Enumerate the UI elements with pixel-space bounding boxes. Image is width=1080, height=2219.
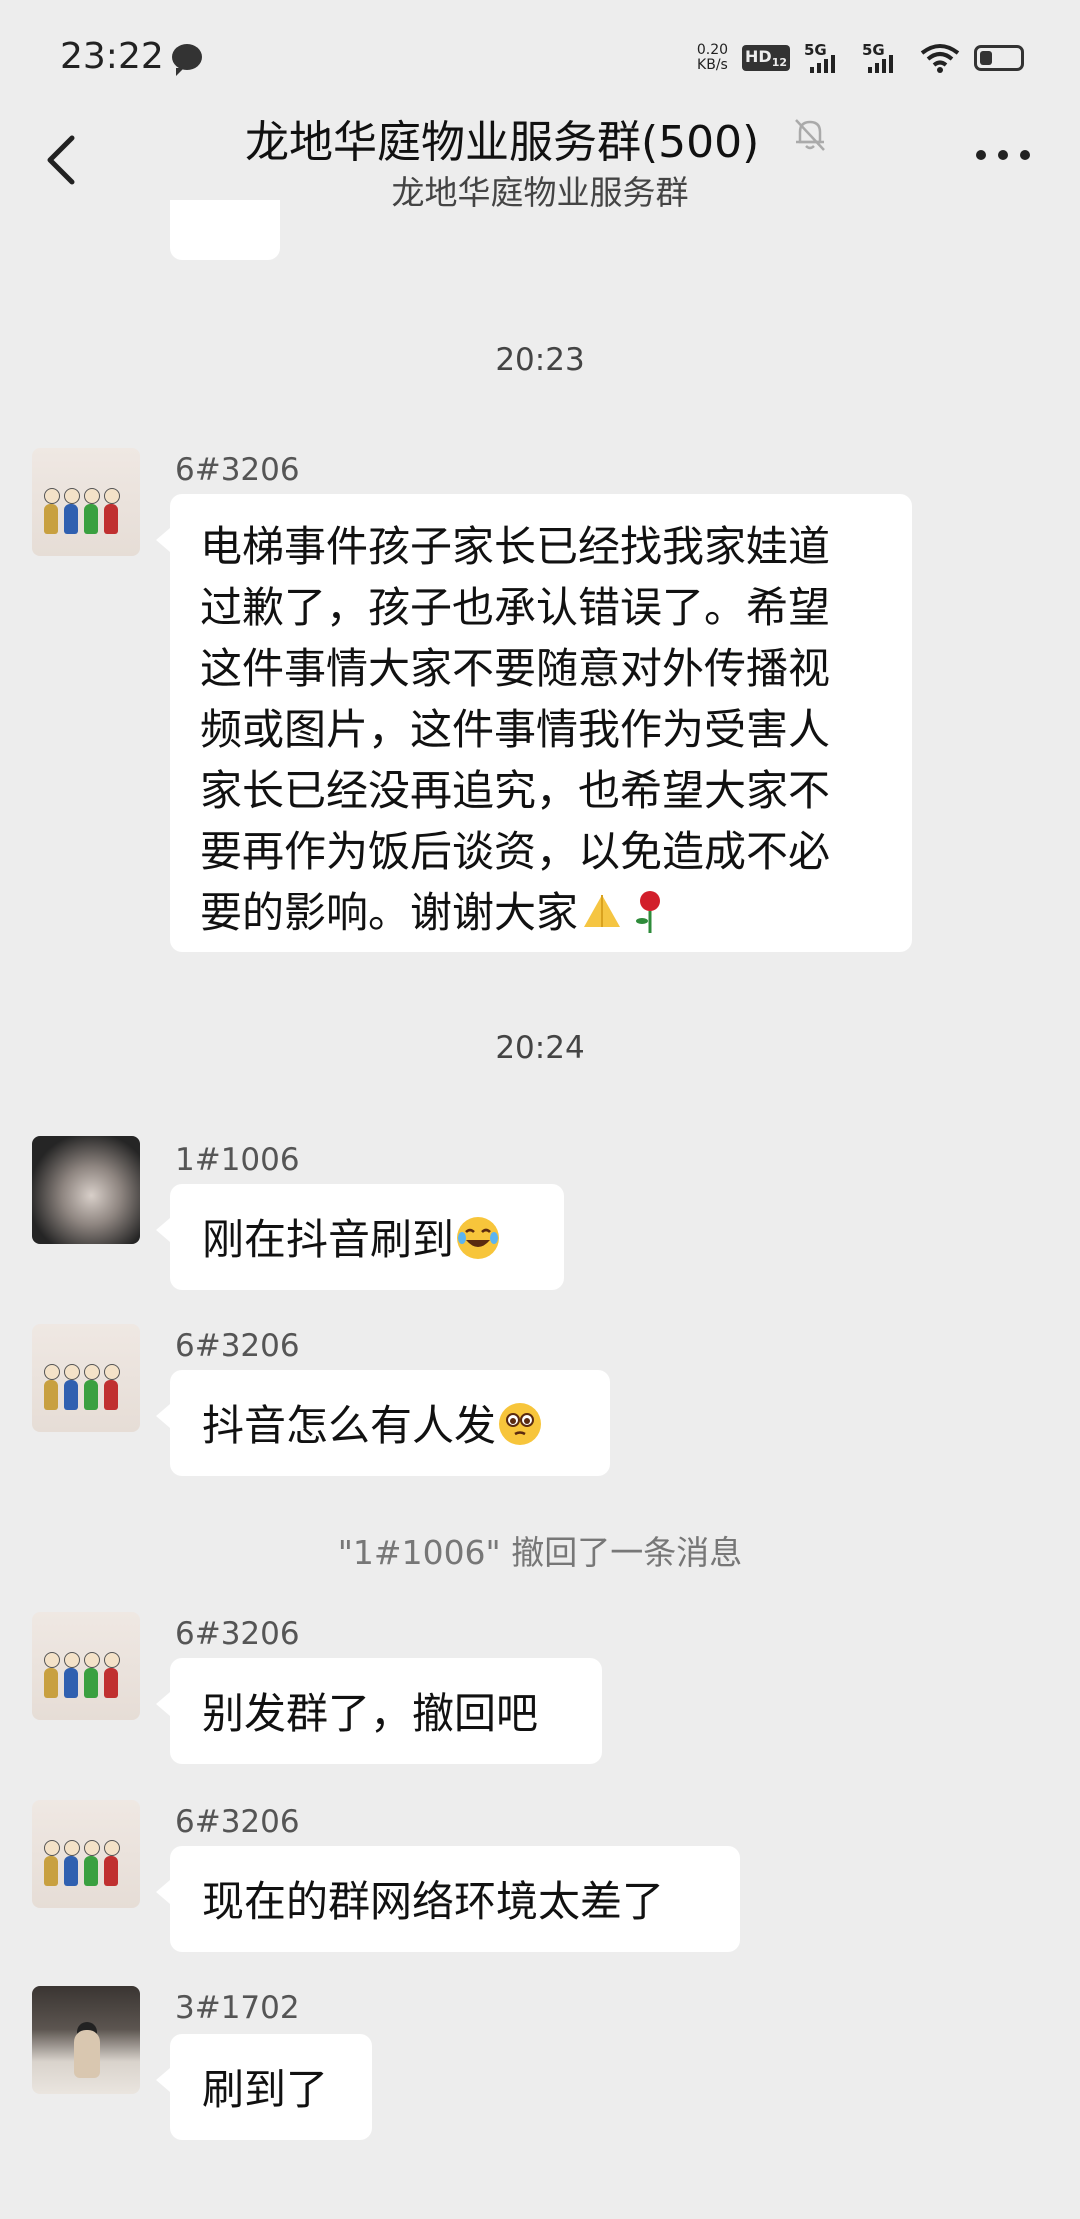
message-bubble[interactable]: 现在的群网络环境太差了	[156, 1846, 740, 1952]
pleading-face-emoji-icon	[499, 1403, 542, 1445]
sender-name: 6#3206	[175, 1804, 300, 1840]
message-line: 要再作为饭后谈资，以免造成不必	[200, 827, 831, 876]
avatar[interactable]	[32, 1800, 140, 1908]
message-bubble[interactable]: 抖音怎么有人发	[156, 1370, 610, 1476]
message-bubble[interactable]: 刷到了	[156, 2034, 372, 2140]
message-line: 过歉了，孩子也承认错误了。希望	[200, 583, 831, 632]
timestamp: 20:23	[495, 342, 585, 378]
message-line-text: 要的影响。谢谢大家	[200, 888, 579, 937]
avatar[interactable]	[32, 1986, 140, 2094]
sender-name: 6#3206	[175, 1616, 300, 1652]
message-line: 家长已经没再追究，也希望大家不	[200, 766, 831, 815]
rose-emoji-icon	[636, 891, 661, 933]
avatar[interactable]	[32, 1136, 140, 1244]
avatar[interactable]	[32, 448, 140, 556]
message-line: 电梯事件孩子家长已经找我家娃道	[200, 522, 831, 571]
sender-name: 6#3206	[175, 1328, 300, 1364]
message-line: 这件事情大家不要随意对外传播视	[200, 644, 831, 693]
sender-name: 1#1006	[175, 1142, 300, 1178]
avatar[interactable]	[32, 1324, 140, 1432]
message-line-last: 要的影响。谢谢大家	[200, 882, 882, 943]
sender-name: 6#3206	[175, 452, 300, 488]
message-text: 刚在抖音刷到	[202, 1215, 455, 1264]
laughing-tears-emoji-icon	[457, 1217, 500, 1259]
timestamp: 20:24	[495, 1030, 585, 1066]
message-text: 刷到了	[202, 2065, 329, 2114]
message-bubble[interactable]: 电梯事件孩子家长已经找我家娃道 过歉了，孩子也承认错误了。希望 这件事情大家不要…	[156, 494, 912, 952]
previous-message-bubble	[170, 200, 280, 260]
sender-name: 3#1702	[175, 1990, 300, 2026]
avatar[interactable]	[32, 1612, 140, 1720]
message-bubble[interactable]: 别发群了，撤回吧	[156, 1658, 602, 1764]
message-line: 频或图片，这件事情我作为受害人	[200, 705, 831, 754]
message-text: 别发群了，撤回吧	[202, 1689, 539, 1738]
message-text: 现在的群网络环境太差了	[202, 1877, 665, 1926]
pray-emoji-icon	[584, 895, 621, 927]
message-text: 抖音怎么有人发	[202, 1401, 497, 1450]
message-list[interactable]: 20:23 6#3206 电梯事件孩子家长已经找我家娃道 过歉了，孩子也承认错误…	[0, 0, 1080, 2219]
recall-notice: "1#1006" 撤回了一条消息	[337, 1533, 743, 1572]
message-bubble[interactable]: 刚在抖音刷到	[156, 1184, 564, 1290]
